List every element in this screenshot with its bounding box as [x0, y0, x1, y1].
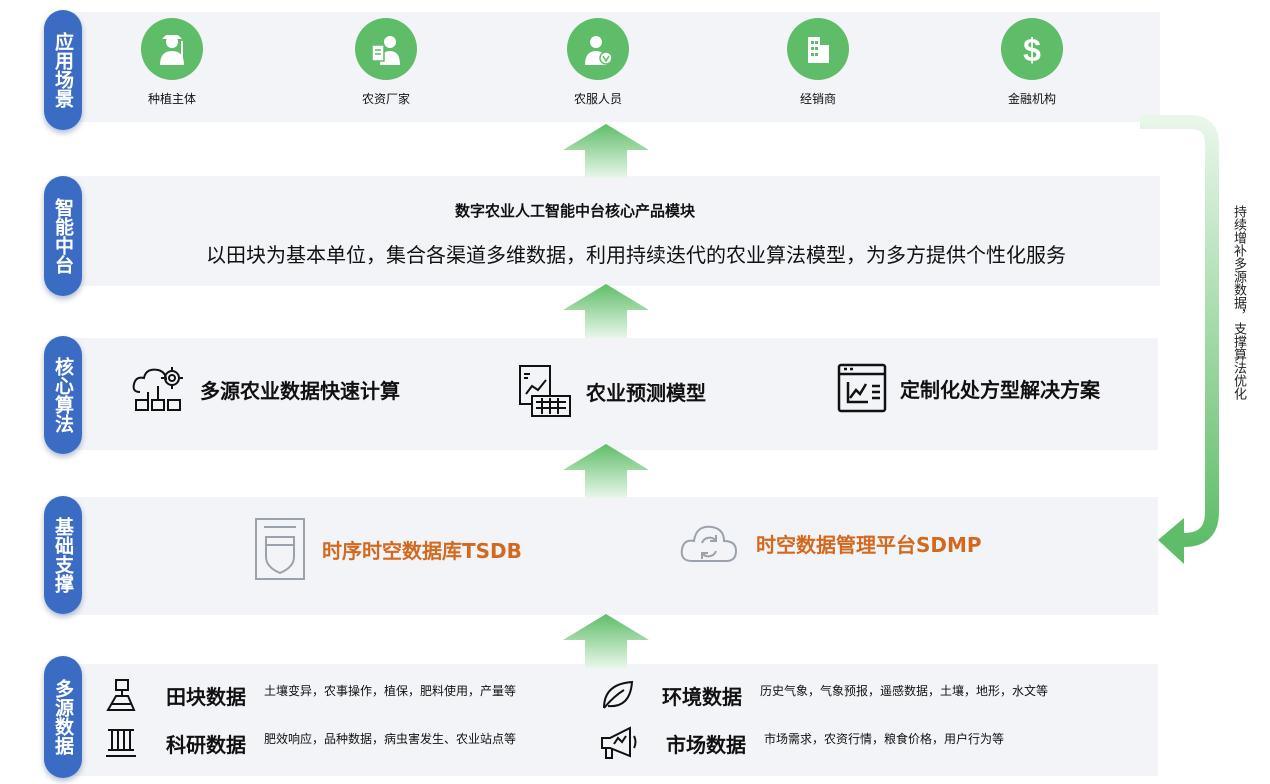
source-desc: 土壤变异，农事操作，植保，肥料使用，产量等 [264, 683, 517, 698]
core-item-prediction: 农业预测模型 [516, 362, 706, 420]
base-label: 时空数据管理平台SDMP [756, 532, 982, 557]
base-item-sdmp: 时空数据管理平台SDMP [678, 517, 982, 569]
up-arrow-2 [563, 284, 649, 338]
mid-description: 以田块为基本单位，集合各渠道多维数据，利用持续迭代的农业算法模型，为多方提供个性… [206, 243, 1066, 267]
side-note: 持续增补多源数据，支撑算法优化 [1231, 205, 1246, 400]
field-icon [106, 679, 136, 711]
core-item-computing: 多源农业数据快速计算 [130, 362, 400, 416]
core-label: 农业预测模型 [586, 380, 706, 405]
scene-label: 金融机构 [1007, 92, 1056, 106]
source-name: 科研数据 [166, 732, 246, 757]
leaf-icon [603, 680, 634, 709]
svg-text:$: $ [1023, 32, 1041, 67]
source-name: 环境数据 [662, 684, 742, 709]
core-label: 多源农业数据快速计算 [200, 378, 400, 403]
layer-label-mid: 智能中台 [44, 176, 82, 296]
core-label: 定制化处方型解决方案 [900, 377, 1100, 402]
lab-icon [106, 729, 136, 757]
source-desc: 肥效响应，品种数据，病虫害发生、农业站点等 [264, 731, 517, 746]
layer-label-app: 应用场景 [44, 10, 82, 130]
source-desc: 历史气象，气象预报，遥感数据，土壤，地形，水文等 [760, 683, 1049, 698]
source-name: 田块数据 [166, 684, 246, 709]
scene-supplier: 农资厂家 [326, 18, 446, 107]
database-shield-icon [255, 518, 305, 580]
scene-label: 农资厂家 [361, 92, 410, 106]
source-field: 田块数据 土壤变异，农事操作，植保，肥料使用，产量等 [104, 678, 516, 712]
mid-band [60, 176, 1160, 286]
megaphone-icon [601, 726, 637, 759]
farmer-icon [141, 18, 203, 80]
scene-finance: $ 金融机构 [972, 18, 1092, 107]
chart-calculator-icon [519, 365, 571, 417]
scene-label: 经销商 [799, 92, 836, 106]
core-item-solution: 定制化处方型解决方案 [836, 362, 1100, 414]
source-name: 市场数据 [666, 732, 746, 757]
supplier-icon [355, 18, 417, 80]
scene-label: 种植主体 [147, 92, 196, 106]
computing-gear-icon [132, 367, 183, 411]
source-environment: 环境数据 历史气象，气象预报，遥感数据，土壤，地形，水文等 [600, 678, 1048, 712]
up-arrow-3 [563, 444, 649, 498]
source-desc: 市场需求，农资行情，粮食价格，用户行为等 [764, 731, 1005, 746]
up-arrow-1 [563, 124, 649, 178]
scene-dealer: 经销商 [758, 18, 878, 107]
cloud-sync-icon [680, 525, 738, 562]
mid-title: 数字农业人工智能中台核心产品模块 [454, 202, 695, 220]
feedback-arrow [1140, 115, 1219, 564]
service-person-icon [567, 18, 629, 80]
base-band [60, 497, 1158, 615]
scene-label: 农服人员 [573, 92, 622, 106]
report-chart-icon [837, 363, 887, 413]
scene-service: 农服人员 [538, 18, 658, 107]
scene-planter: 种植主体 [112, 18, 232, 107]
layer-label-base: 基础支撑 [44, 496, 82, 614]
layer-label-core: 核心算法 [44, 336, 82, 454]
up-arrow-4 [563, 614, 649, 668]
building-icon [787, 18, 849, 80]
base-label: 时序时空数据库TSDB [322, 538, 522, 563]
dollar-icon: $ [1001, 18, 1063, 80]
base-item-tsdb: 时序时空数据库TSDB [254, 517, 522, 581]
layer-label-data: 多源数据 [44, 656, 82, 778]
source-market: 市场数据 市场需求，农资行情，粮食价格，用户行为等 [600, 726, 1004, 760]
source-research: 科研数据 肥效响应，品种数据，病虫害发生、农业站点等 [104, 726, 516, 760]
